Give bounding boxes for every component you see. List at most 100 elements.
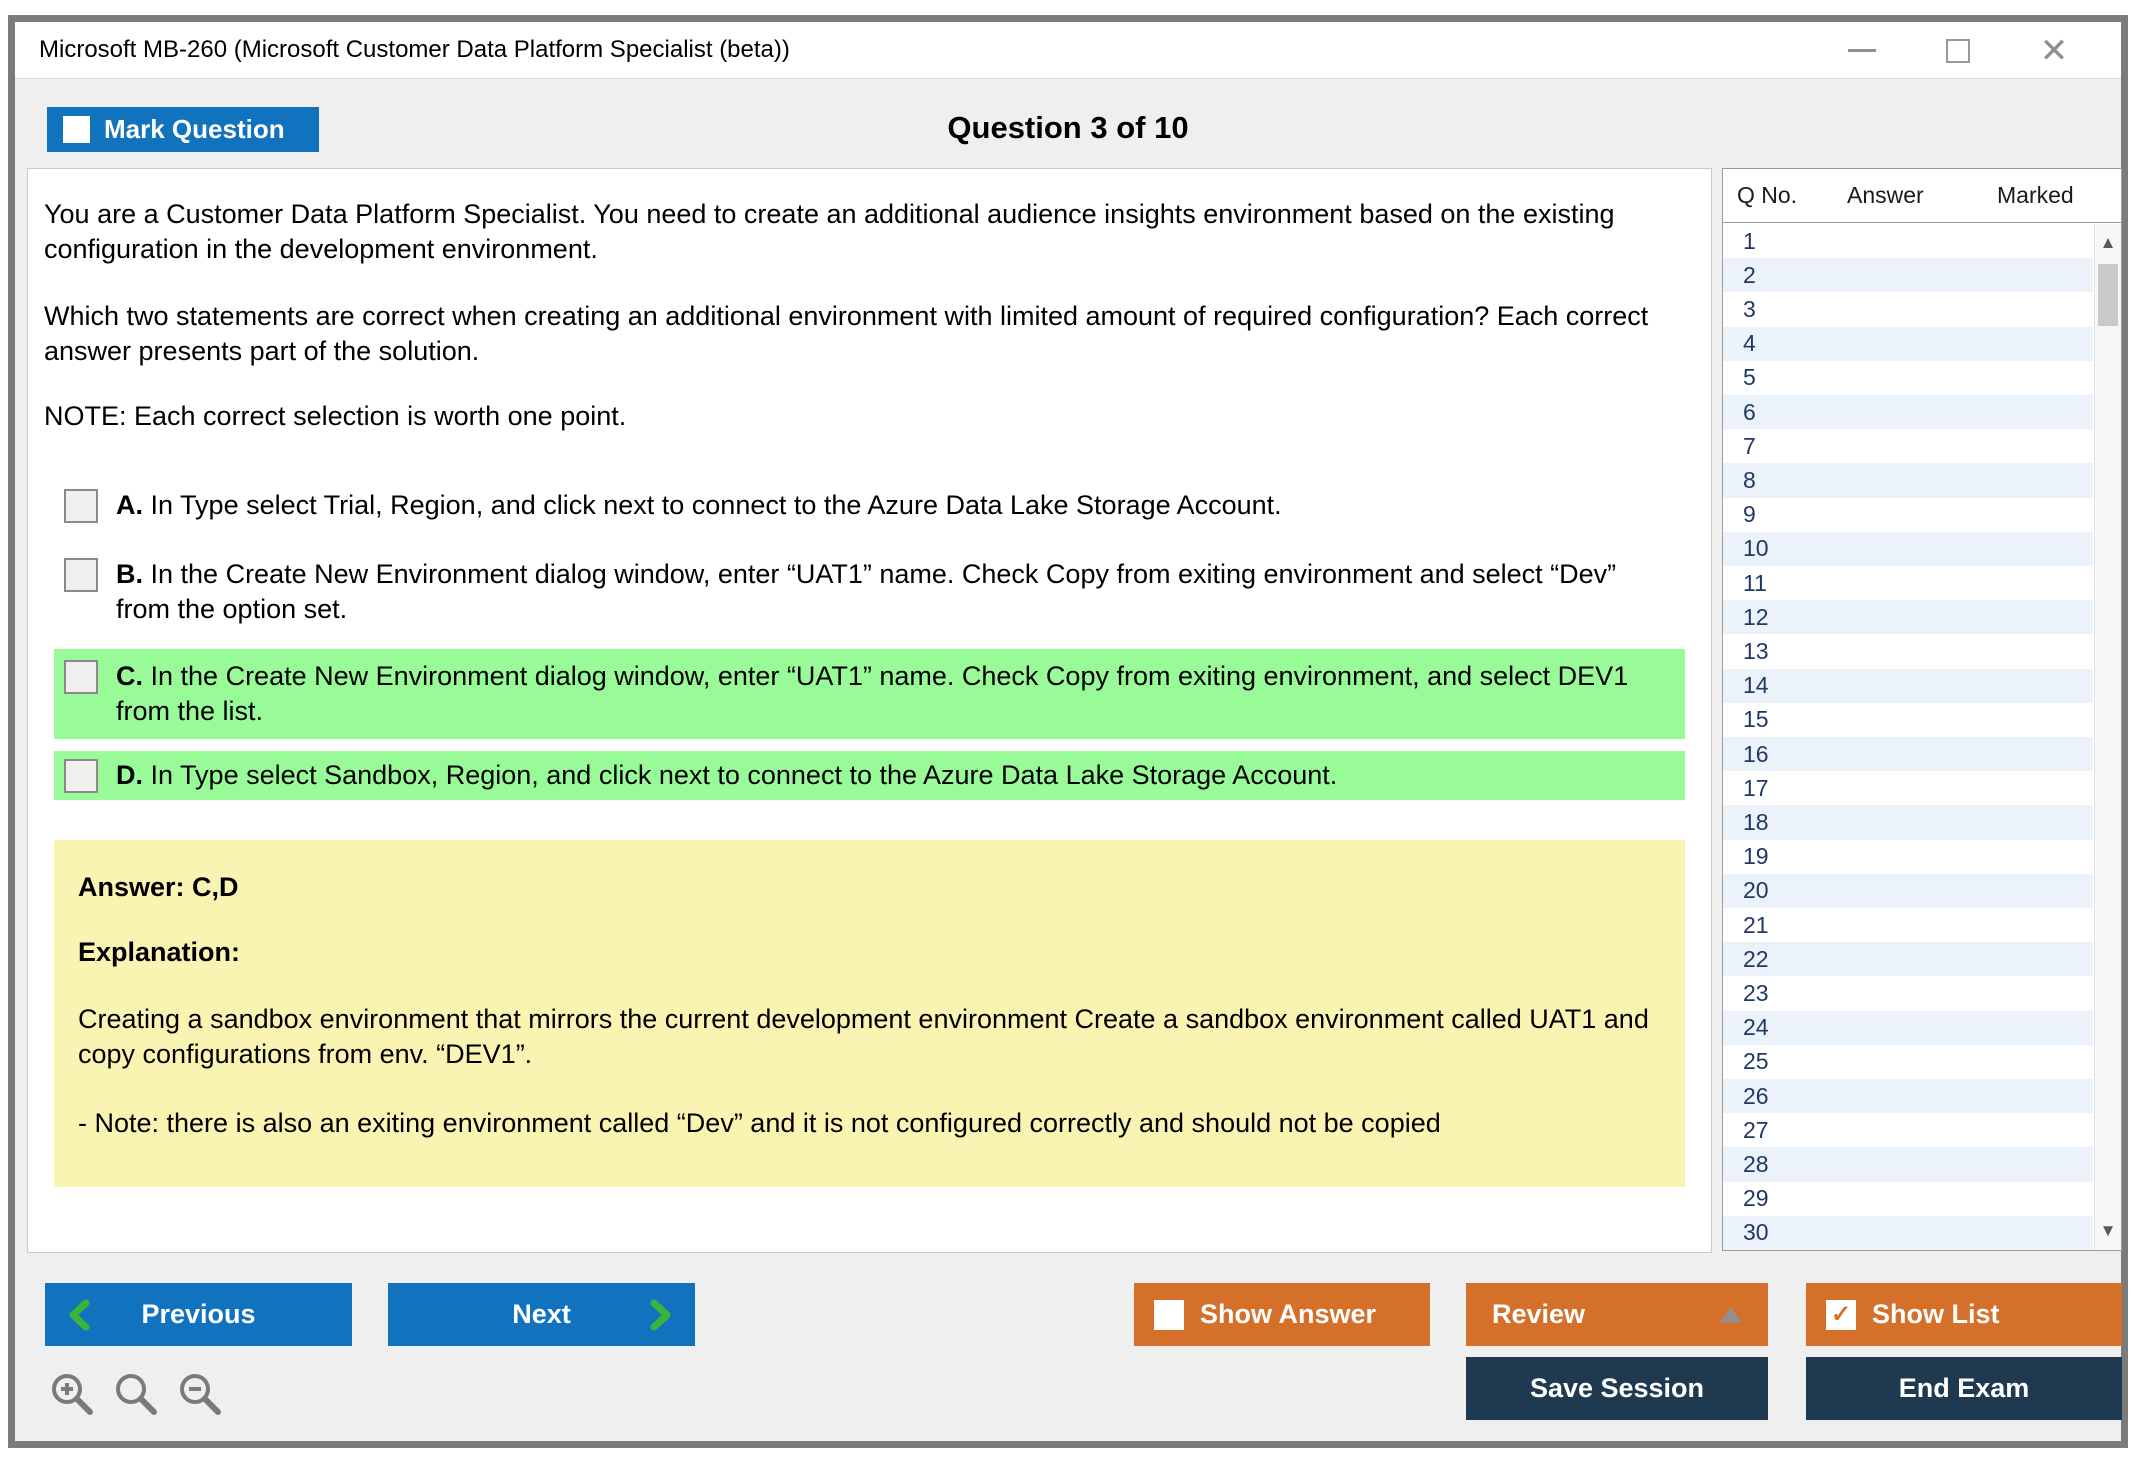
check-icon: ✓ [1831, 1300, 1851, 1329]
minimize-icon [1848, 49, 1876, 52]
show-list-button[interactable]: ✓ Show List [1806, 1283, 2122, 1346]
option-text: In Type select Trial, Region, and click … [151, 490, 1282, 520]
chevron-right-icon [649, 1299, 673, 1331]
review-button[interactable]: Review [1466, 1283, 1768, 1346]
list-item[interactable]: 29 [1723, 1182, 2093, 1216]
list-item[interactable]: 27 [1723, 1113, 2093, 1147]
option-letter: A. [116, 490, 143, 520]
option-b-row[interactable]: B. In the Create New Environment dialog … [54, 551, 1685, 633]
list-item[interactable]: 17 [1723, 771, 2093, 805]
options-list: A. In Type select Trial, Region, and cli… [54, 482, 1685, 800]
scrollbar-thumb[interactable] [2098, 264, 2118, 326]
list-item[interactable]: 6 [1723, 395, 2093, 429]
option-letter: C. [116, 661, 143, 691]
list-item[interactable]: 2 [1723, 258, 2093, 292]
column-header-qno: Q No. [1737, 182, 1847, 209]
list-item[interactable]: 20 [1723, 874, 2093, 908]
title-bar: Microsoft MB-260 (Microsoft Customer Dat… [15, 22, 2121, 79]
list-item[interactable]: 25 [1723, 1045, 2093, 1079]
show-answer-button[interactable]: Show Answer [1134, 1283, 1430, 1346]
list-item[interactable]: 22 [1723, 942, 2093, 976]
list-item[interactable]: 28 [1723, 1147, 2093, 1181]
option-letter: B. [116, 559, 143, 589]
window-title: Microsoft MB-260 (Microsoft Customer Dat… [39, 36, 790, 64]
list-item[interactable]: 8 [1723, 463, 2093, 497]
question-list-header: Q No. Answer Marked [1723, 169, 2121, 223]
option-text: In Type select Sandbox, Region, and clic… [151, 760, 1338, 790]
explanation-note: - Note: there is also an exiting environ… [78, 1106, 1661, 1141]
list-item[interactable]: 12 [1723, 600, 2093, 634]
window-controls: ✕ [1841, 22, 2075, 79]
list-item[interactable]: 11 [1723, 566, 2093, 600]
list-item[interactable]: 4 [1723, 327, 2093, 361]
list-item[interactable]: 19 [1723, 840, 2093, 874]
list-item[interactable]: 1 [1723, 224, 2093, 258]
end-exam-button[interactable]: End Exam [1806, 1357, 2122, 1420]
triangle-up-icon [1720, 1307, 1742, 1322]
close-button[interactable]: ✕ [2033, 30, 2075, 72]
review-label: Review [1492, 1299, 1585, 1330]
zoom-toolbar [48, 1370, 224, 1418]
option-c-checkbox[interactable] [64, 660, 98, 694]
app-window: Microsoft MB-260 (Microsoft Customer Dat… [8, 15, 2128, 1448]
question-note: NOTE: Each correct selection is worth on… [44, 399, 1695, 434]
maximize-icon [1946, 39, 1970, 63]
minimize-button[interactable] [1841, 30, 1883, 72]
column-header-answer: Answer [1847, 182, 1997, 209]
question-paragraph: Which two statements are correct when cr… [44, 299, 1695, 369]
end-exam-label: End Exam [1899, 1373, 2030, 1404]
list-item[interactable]: 3 [1723, 292, 2093, 326]
option-b-checkbox[interactable] [64, 558, 98, 592]
list-item[interactable]: 14 [1723, 669, 2093, 703]
list-item[interactable]: 24 [1723, 1011, 2093, 1045]
list-item[interactable]: 21 [1723, 908, 2093, 942]
option-letter: D. [116, 760, 143, 790]
question-panel: You are a Customer Data Platform Special… [27, 168, 1712, 1253]
option-d-row[interactable]: D. In Type select Sandbox, Region, and c… [54, 751, 1685, 800]
show-answer-checkbox[interactable] [1154, 1300, 1184, 1330]
scrollbar-up-icon[interactable]: ▲ [2095, 228, 2121, 258]
show-list-label: Show List [1872, 1299, 2000, 1330]
list-item[interactable]: 15 [1723, 703, 2093, 737]
list-item[interactable]: 13 [1723, 634, 2093, 668]
question-list-scrollbar[interactable]: ▲ ▼ [2094, 224, 2121, 1250]
explanation-paragraph: Creating a sandbox environment that mirr… [78, 1002, 1661, 1072]
next-button[interactable]: Next [388, 1283, 695, 1346]
zoom-out-icon[interactable] [176, 1370, 224, 1418]
answer-explanation-box: Answer: C,D Explanation: Creating a sand… [54, 840, 1685, 1187]
chevron-left-icon [67, 1299, 91, 1331]
question-list-body: 1234567891011121314151617181920212223242… [1723, 224, 2093, 1250]
option-a-checkbox[interactable] [64, 489, 98, 523]
save-session-button[interactable]: Save Session [1466, 1357, 1768, 1420]
list-item[interactable]: 7 [1723, 429, 2093, 463]
save-session-label: Save Session [1530, 1373, 1704, 1404]
list-item[interactable]: 5 [1723, 361, 2093, 395]
previous-label: Previous [141, 1299, 255, 1330]
option-text: In the Create New Environment dialog win… [116, 661, 1628, 726]
answer-line: Answer: C,D [78, 870, 1661, 905]
explanation-label: Explanation: [78, 935, 1661, 970]
list-item[interactable]: 9 [1723, 498, 2093, 532]
maximize-button[interactable] [1937, 30, 1979, 72]
list-item[interactable]: 23 [1723, 976, 2093, 1010]
option-text: In the Create New Environment dialog win… [116, 559, 1616, 624]
column-header-marked: Marked [1997, 182, 2121, 209]
show-answer-label: Show Answer [1200, 1299, 1376, 1330]
list-item[interactable]: 26 [1723, 1079, 2093, 1113]
close-icon: ✕ [2040, 34, 2069, 68]
list-item[interactable]: 16 [1723, 737, 2093, 771]
previous-button[interactable]: Previous [45, 1283, 352, 1346]
question-paragraph: You are a Customer Data Platform Special… [44, 197, 1695, 267]
option-a-row[interactable]: A. In Type select Trial, Region, and cli… [54, 482, 1685, 529]
list-item[interactable]: 30 [1723, 1216, 2093, 1250]
magnifier-icon[interactable] [112, 1370, 160, 1418]
list-item[interactable]: 18 [1723, 805, 2093, 839]
option-c-row[interactable]: C. In the Create New Environment dialog … [54, 649, 1685, 739]
scrollbar-down-icon[interactable]: ▼ [2095, 1216, 2121, 1246]
show-list-checkbox[interactable]: ✓ [1826, 1300, 1856, 1330]
zoom-in-icon[interactable] [48, 1370, 96, 1418]
next-label: Next [512, 1299, 571, 1330]
list-item[interactable]: 10 [1723, 532, 2093, 566]
question-list-panel: Q No. Answer Marked 12345678910111213141… [1722, 168, 2122, 1251]
option-d-checkbox[interactable] [64, 759, 98, 793]
